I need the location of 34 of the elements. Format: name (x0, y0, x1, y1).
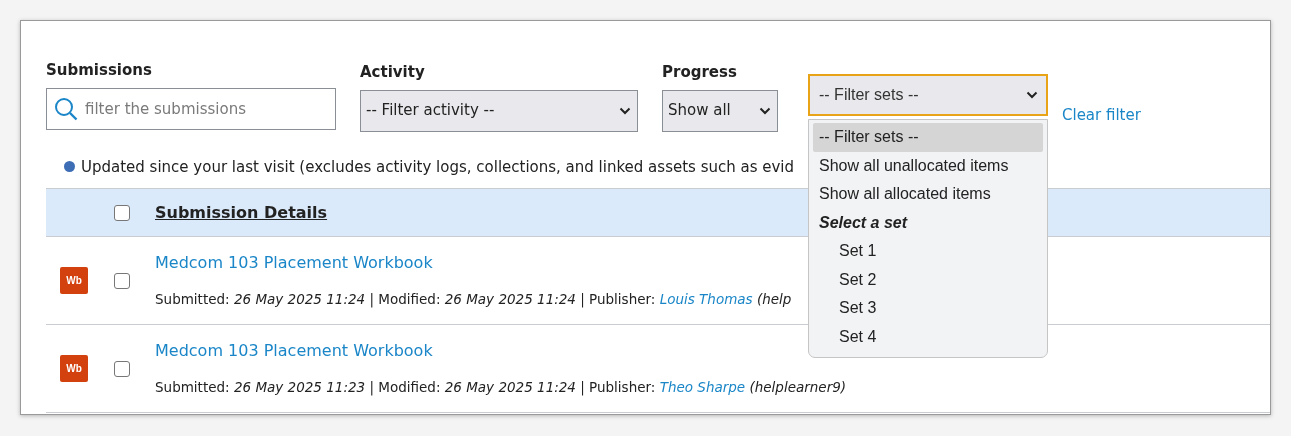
workbook-badge: Wb (60, 267, 88, 294)
progress-select[interactable]: Show all (662, 89, 778, 132)
publisher-link[interactable]: Louis Thomas (659, 291, 753, 308)
unread-dot (64, 161, 75, 173)
field-label: Progress (662, 62, 738, 83)
field-label: Submissions (46, 60, 153, 81)
dropdown-option[interactable]: Set 3 (813, 294, 1043, 323)
publisher-link[interactable]: Theo Sharpe (659, 379, 746, 396)
chevron-icon (619, 106, 631, 115)
search-field[interactable]: filter the submissions (46, 87, 336, 130)
dropdown-option[interactable]: Set 2 (813, 265, 1043, 294)
dropdown-option[interactable]: Set 1 (813, 237, 1043, 266)
activity-select[interactable]: -- Filter activity -- (360, 89, 638, 132)
submission-title-link[interactable]: Medcom 103 Placement Workbook (155, 339, 433, 364)
dropdown-option[interactable]: Set 4 (813, 322, 1043, 351)
clear-filter-link[interactable]: Clear filter (1062, 104, 1141, 127)
workbook-badge: Wb (60, 355, 88, 382)
notice-text: Updated since your last visit (excludes activity logs, collections, and linked assets such as evid (81, 156, 795, 178)
select-all-checkbox[interactable] (114, 204, 130, 221)
row-checkbox[interactable] (114, 272, 130, 289)
submission-meta: Submitted: 26 May 2025 11:24 | Modified: 26 May 2025 11:24 | Publisher: Louis Thomas (help (155, 290, 792, 310)
field-label: Activity (360, 62, 426, 83)
filter-sets-select[interactable]: -- Filter sets -- (808, 74, 1048, 116)
dropdown-option[interactable]: -- Filter sets -- (813, 123, 1043, 152)
column-heading[interactable]: Submission Details (155, 200, 328, 225)
chevron-icon (759, 106, 771, 115)
submission-title-link[interactable]: Medcom 103 Placement Workbook (155, 251, 433, 276)
submission-meta: Submitted: 26 May 2025 11:23 | Modified: 26 May 2025 11:24 | Publisher: Theo Sharpe (helplearner9) (155, 378, 847, 398)
dropdown-option[interactable]: Show all unallocated items (813, 151, 1043, 180)
option-group-label: Select a set (818, 212, 909, 233)
dropdown-option[interactable]: Show all allocated items (813, 180, 1043, 209)
search-icon (54, 96, 78, 121)
chevron-icon (1026, 91, 1038, 99)
row-checkbox[interactable] (114, 360, 130, 377)
